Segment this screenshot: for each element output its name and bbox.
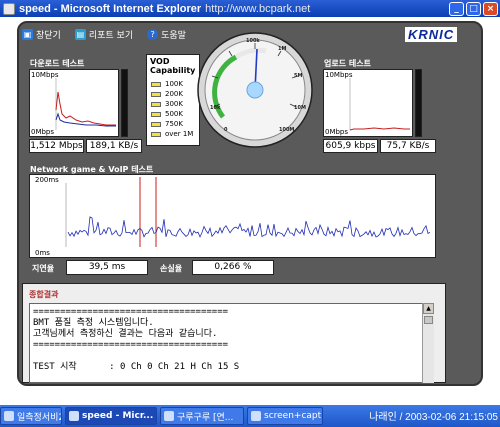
network-latency-line — [67, 216, 431, 238]
watermark-text: http://www.bcpark.net — [205, 2, 311, 15]
upload-line — [349, 127, 410, 131]
close-app-button[interactable]: ▣ 창닫기 — [22, 27, 61, 42]
gauge-tick-label: 5M — [294, 73, 302, 79]
loss-label: 손실율 — [160, 264, 183, 273]
network-graph: 200ms 0ms — [29, 174, 436, 258]
gauge-hub — [246, 81, 264, 99]
loss-value: 0,266 % — [192, 260, 274, 275]
upload-test-label: 업로드 테스트 — [324, 59, 371, 68]
vod-item: 500K — [147, 109, 199, 119]
result-scrollbar[interactable]: ▲ — [422, 303, 434, 383]
close-window-button[interactable]: × — [483, 1, 498, 16]
gauge-tick-label: 1M — [278, 46, 286, 52]
latency-label: 지연율 — [32, 264, 55, 273]
help-icon: ? — [147, 29, 159, 40]
gauge-tick-label: 100M — [279, 127, 294, 133]
taskbar-item[interactable]: screen+capt... — [247, 407, 323, 425]
speed-gauge: 100k 1M 10M 5M 100M 10k 0 — [197, 32, 313, 148]
upload-rate-kbs: 75,7 KB/s — [380, 139, 436, 153]
taskbar: 일측정서비2 - speed - Micr... 구루구루 [연... scre… — [0, 405, 500, 427]
title-bar: speed - Microsoft Internet Explorer http… — [0, 0, 500, 17]
result-title: 종합결과 — [29, 290, 59, 299]
upload-graph: 10Mbps 0Mbps — [323, 69, 413, 137]
upload-chart — [349, 78, 410, 131]
vod-item: 200K — [147, 89, 199, 99]
latency-value: 39,5 ms — [66, 260, 148, 275]
taskbar-item[interactable]: 구루구루 [연... — [160, 407, 244, 425]
report-button[interactable]: ▤ 리포트 보기 — [74, 27, 134, 42]
download-line-blue — [55, 112, 116, 127]
scroll-thumb[interactable] — [424, 316, 433, 324]
window-icon: ▣ — [22, 29, 33, 40]
close-app-label: 창닫기 — [36, 31, 61, 41]
report-label: 리포트 보기 — [88, 31, 134, 41]
ie-icon — [3, 2, 15, 15]
gauge-tick-label: 10k — [210, 105, 221, 111]
taskbar-item[interactable]: 일측정서비2 - — [0, 407, 62, 425]
tray-clock: 나래인 / 2003-02-06 21:15:05 — [369, 412, 498, 423]
minimize-button[interactable]: _ — [449, 1, 464, 16]
taskbar-item-active[interactable]: speed - Micr... — [65, 407, 157, 425]
download-rate-mbps: 1,512 Mbps — [29, 139, 84, 153]
report-icon: ▤ — [74, 29, 86, 40]
window-icon — [4, 411, 14, 421]
upload-level-bar — [415, 69, 422, 137]
window-icon — [164, 411, 174, 421]
gauge-tick-label: 100k — [246, 38, 260, 44]
scroll-up-icon[interactable]: ▲ — [423, 303, 434, 314]
download-rate-kbs: 189,1 KB/s — [86, 139, 142, 153]
vod-item: 750K — [147, 119, 199, 129]
maximize-button[interactable]: □ — [466, 1, 481, 16]
vod-title: VOD Capability — [150, 57, 196, 75]
help-label: 도움말 — [161, 31, 186, 41]
result-textarea[interactable]: ==================================== BMT… — [29, 303, 432, 383]
vod-item: 100K — [147, 79, 199, 89]
vod-item: over 1M — [147, 129, 199, 139]
gauge-tick-label: 0 — [224, 127, 228, 133]
ie-icon — [69, 411, 79, 421]
app-toolbar: ▣ 창닫기 ▤ 리포트 보기 ? 도움말 — [22, 27, 186, 42]
gauge-tick-label: 10M — [294, 105, 306, 111]
upload-rate-kbps: 605,9 kbps — [323, 139, 378, 153]
download-test-label: 다운로드 테스트 — [30, 59, 85, 68]
vod-item: 300K — [147, 99, 199, 109]
help-button[interactable]: ? 도움말 — [147, 27, 186, 42]
download-level-bar — [121, 69, 128, 137]
window-icon — [251, 411, 261, 421]
download-graph: 10Mbps 0Mbps — [29, 69, 119, 137]
download-chart — [55, 78, 116, 130]
krnic-logo: KRNIC — [405, 27, 458, 42]
vod-capability-box: VOD Capability 100K 200K 300K 500K 750K … — [146, 54, 200, 146]
window-title: speed - Microsoft Internet Explorer — [19, 2, 202, 15]
download-line-red — [55, 91, 116, 126]
network-latency-chart — [65, 177, 431, 247]
